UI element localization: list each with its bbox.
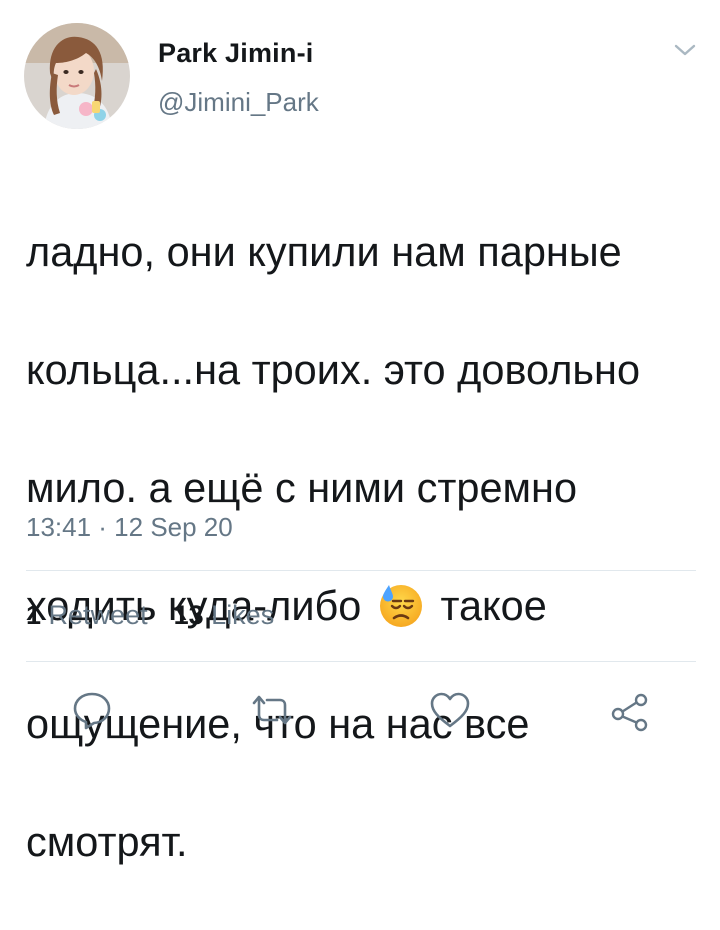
reply-icon[interactable] — [70, 688, 114, 732]
tweet-line: смотрят. — [26, 818, 188, 865]
likes-label: Likes — [211, 600, 275, 630]
display-name[interactable]: Park Jimin-i — [158, 38, 313, 69]
retweets-stat[interactable]: 1 Retweet — [26, 600, 148, 631]
retweet-icon[interactable] — [250, 688, 294, 732]
tweet-line: мило. а ещё с ними стремно — [26, 464, 578, 511]
tweet-timestamp[interactable]: 13:41 · 12 Sep 20 — [26, 512, 233, 543]
share-icon[interactable] — [608, 688, 652, 732]
avatar[interactable] — [24, 23, 130, 129]
tweet-line: кольца...на троих. это довольно — [26, 346, 641, 393]
like-icon[interactable] — [428, 688, 472, 732]
user-handle[interactable]: @Jimini_Park — [158, 87, 319, 118]
downcast-face-with-sweat-emoji-icon — [377, 581, 425, 629]
divider — [26, 570, 696, 571]
tweet-text: ладно, они купили нам парные кольца...на… — [26, 163, 706, 930]
tweet-line-part: такое — [440, 582, 547, 629]
tweet-stats: 1 Retweet 13 Likes — [26, 600, 274, 631]
divider — [26, 661, 696, 662]
retweets-count: 1 — [26, 600, 42, 630]
likes-count: 13 — [173, 600, 204, 630]
retweets-label: Retweet — [48, 600, 148, 630]
chevron-down-icon[interactable] — [672, 40, 698, 60]
tweet-line: ощущение, что на нас все — [26, 700, 530, 747]
likes-stat[interactable]: 13 Likes — [174, 600, 275, 631]
tweet-line: ладно, они купили нам парные — [26, 228, 622, 275]
